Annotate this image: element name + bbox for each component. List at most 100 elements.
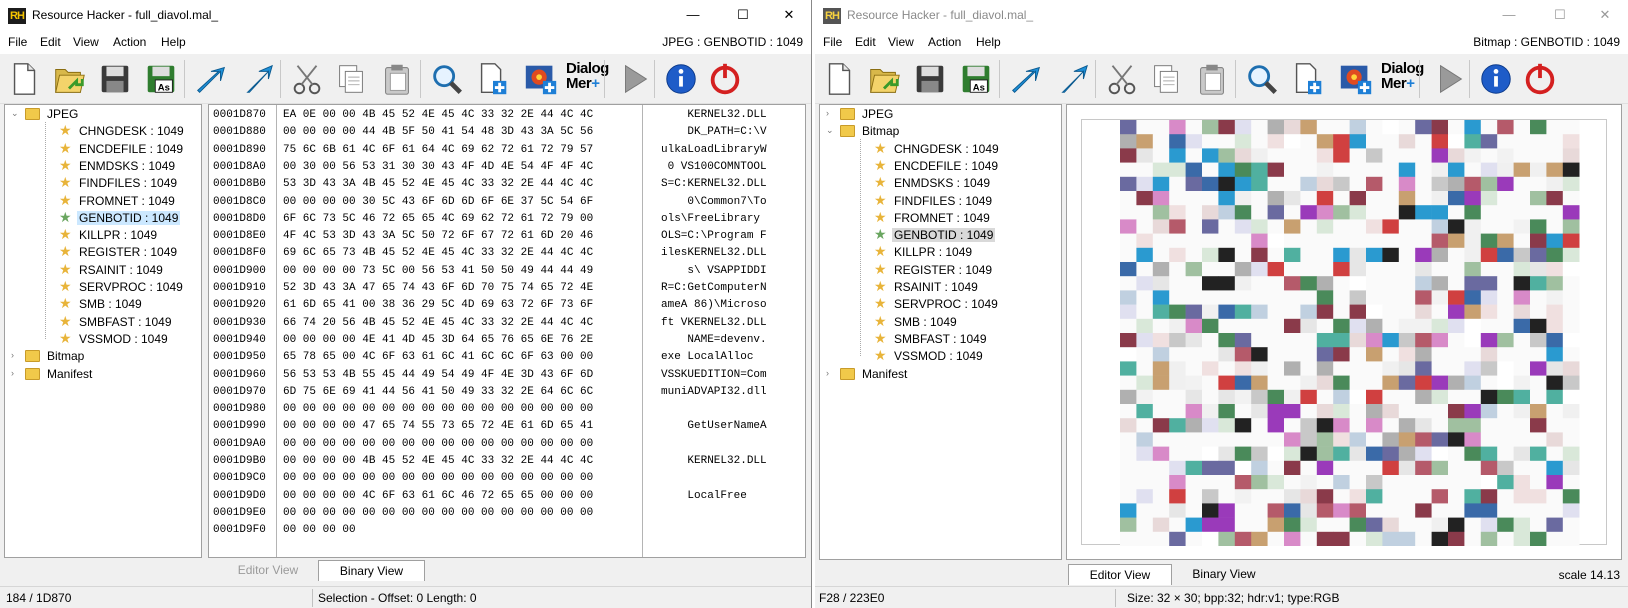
tab-binary-view[interactable]: Binary View <box>318 560 425 581</box>
cut-button[interactable] <box>288 59 326 99</box>
resource-tree[interactable]: › JPEG ⌄ Bitmap ★ CHNGDESK : 1049 ★ ENCDEFILE :… <box>819 104 1062 560</box>
title-bar[interactable]: RH Resource Hacker - full_diavol.mal_ — … <box>815 0 1628 32</box>
tree-node-bitmap[interactable]: › Bitmap <box>11 348 191 365</box>
title-bar[interactable]: RH Resource Hacker - full_diavol.mal_ — … <box>0 0 811 32</box>
tree-leaf-item[interactable]: ★ KILLPR : 1049 <box>59 226 201 244</box>
add-resource-button[interactable] <box>474 59 512 99</box>
copy-button[interactable] <box>332 59 370 99</box>
bitmap-preview-pane[interactable] <box>1066 104 1622 560</box>
replace-bitmap-button[interactable] <box>522 59 560 99</box>
bitmap-pixel <box>1562 517 1580 533</box>
open-file-button[interactable] <box>865 59 903 99</box>
tree-leaf-item[interactable]: ★ FINDFILES : 1049 <box>59 174 201 192</box>
tree-leaf-item[interactable]: ★ REGISTER : 1049 <box>59 243 201 261</box>
tree-leaf-item[interactable]: ★ GENBOTID : 1049 <box>874 226 1044 244</box>
menu-view[interactable]: View <box>888 35 914 49</box>
close-button[interactable]: ✕ <box>1582 0 1628 32</box>
find-button[interactable] <box>428 59 466 99</box>
tree-leaf-item[interactable]: ★ VSSMOD : 1049 <box>59 330 201 348</box>
chevron-right-icon[interactable]: › <box>826 368 835 379</box>
tree-leaf-item[interactable]: ★ SERVPROC : 1049 <box>59 278 201 296</box>
tree-leaf-item[interactable]: ★ CHNGDESK : 1049 <box>874 140 1044 158</box>
save-button[interactable] <box>911 59 949 99</box>
tree-node-manifest[interactable]: › Manifest <box>826 366 1006 383</box>
minimize-button[interactable]: — <box>670 0 716 32</box>
paste-button[interactable] <box>378 59 416 99</box>
tree-leaf-item[interactable]: ★ FINDFILES : 1049 <box>874 192 1044 210</box>
chevron-right-icon[interactable]: › <box>11 368 20 379</box>
minimize-button[interactable]: — <box>1486 0 1532 32</box>
tree-leaf-item[interactable]: ★ SMBFAST : 1049 <box>59 313 201 331</box>
save-button[interactable] <box>96 59 134 99</box>
tree-node-bitmap[interactable]: ⌄ Bitmap <box>826 123 1006 140</box>
maximize-button[interactable]: ☐ <box>1537 0 1583 32</box>
maximize-button[interactable]: ☐ <box>720 0 766 32</box>
resource-tree[interactable]: ⌄ JPEG ★ CHNGDESK : 1049 ★ ENCDEFILE : 1049 ★ E… <box>4 104 202 558</box>
menu-action[interactable]: Action <box>113 35 146 49</box>
chevron-down-icon[interactable]: ⌄ <box>826 125 835 136</box>
go-button[interactable] <box>238 59 276 99</box>
new-file-button[interactable] <box>6 59 44 99</box>
tab-binary-view[interactable]: Binary View <box>1172 564 1276 585</box>
menu-help[interactable]: Help <box>976 35 1001 49</box>
bitmap-pixel <box>1185 276 1203 291</box>
find-button[interactable] <box>1243 59 1281 99</box>
tree-node-jpeg[interactable]: ⌄ JPEG <box>11 106 191 123</box>
tab-editor-view[interactable]: Editor View <box>1068 564 1172 585</box>
tree-leaf-item[interactable]: ★ REGISTER : 1049 <box>874 261 1044 279</box>
go-button[interactable] <box>1053 59 1091 99</box>
run-script-button[interactable] <box>616 59 654 99</box>
about-button[interactable] <box>662 59 700 99</box>
cut-button[interactable] <box>1103 59 1141 99</box>
add-resource-button[interactable] <box>1289 59 1327 99</box>
save-as-button[interactable]: As <box>957 59 995 99</box>
bitmap-pixel <box>1398 205 1416 220</box>
tree-leaf-item[interactable]: ★ SMB : 1049 <box>874 313 1044 331</box>
replace-bitmap-button[interactable] <box>1337 59 1375 99</box>
compile-button[interactable] <box>192 59 230 99</box>
exit-button[interactable] <box>706 59 744 99</box>
about-button[interactable] <box>1477 59 1515 99</box>
tree-leaf-item[interactable]: ★ RSAINIT : 1049 <box>874 278 1044 296</box>
tree-leaf-item[interactable]: ★ SERVPROC : 1049 <box>874 295 1044 313</box>
tree-leaf-item[interactable]: ★ ENCDEFILE : 1049 <box>874 157 1044 175</box>
new-file-button[interactable] <box>821 59 859 99</box>
close-button[interactable]: ✕ <box>766 0 811 32</box>
bitmap-pixel <box>1316 517 1334 533</box>
chevron-right-icon[interactable]: › <box>826 108 835 119</box>
menu-file[interactable]: File <box>823 35 842 49</box>
paste-button[interactable] <box>1193 59 1231 99</box>
tree-leaf-item[interactable]: ★ CHNGDESK : 1049 <box>59 122 201 140</box>
bitmap-pixel <box>1513 148 1531 163</box>
tree-leaf-item[interactable]: ★ FROMNET : 1049 <box>874 209 1044 227</box>
tree-leaf-item[interactable]: ★ ENCDEFILE : 1049 <box>59 140 201 158</box>
tree-leaf-item[interactable]: ★ KILLPR : 1049 <box>874 243 1044 261</box>
menu-view[interactable]: View <box>73 35 99 49</box>
tree-leaf-item[interactable]: ★ SMBFAST : 1049 <box>874 330 1044 348</box>
tree-leaf-item[interactable]: ★ SMB : 1049 <box>59 295 201 313</box>
tree-leaf-item[interactable]: ★ ENMDSKS : 1049 <box>59 157 201 175</box>
menu-edit[interactable]: Edit <box>40 35 61 49</box>
exit-button[interactable] <box>1521 59 1559 99</box>
compile-button[interactable] <box>1007 59 1045 99</box>
menu-help[interactable]: Help <box>161 35 186 49</box>
binary-view-pane[interactable]: 0001D870 0001D880 0001D890 0001D8A0 0001D8B0… <box>208 104 806 558</box>
tree-leaf-item[interactable]: ★ GENBOTID : 1049 <box>59 209 201 227</box>
menu-file[interactable]: File <box>8 35 27 49</box>
save-as-button[interactable]: As <box>142 59 180 99</box>
menu-action[interactable]: Action <box>928 35 961 49</box>
tree-leaf-item[interactable]: ★ FROMNET : 1049 <box>59 192 201 210</box>
tree-leaf-item[interactable]: ★ ENMDSKS : 1049 <box>874 174 1044 192</box>
tree-node-manifest[interactable]: › Manifest <box>11 366 191 383</box>
run-script-button[interactable] <box>1431 59 1469 99</box>
tree-leaf-item[interactable]: ★ VSSMOD : 1049 <box>874 347 1044 365</box>
tree-leaf-item[interactable]: ★ RSAINIT : 1049 <box>59 261 201 279</box>
tree-node-jpeg[interactable]: › JPEG <box>826 106 1006 123</box>
chevron-right-icon[interactable]: › <box>11 350 20 361</box>
menu-edit[interactable]: Edit <box>855 35 876 49</box>
open-file-button[interactable] <box>50 59 88 99</box>
copy-button[interactable] <box>1147 59 1185 99</box>
chevron-down-icon[interactable]: ⌄ <box>11 108 20 119</box>
tab-editor-view[interactable]: Editor View <box>218 560 318 581</box>
pane-splitter[interactable] <box>203 104 207 558</box>
